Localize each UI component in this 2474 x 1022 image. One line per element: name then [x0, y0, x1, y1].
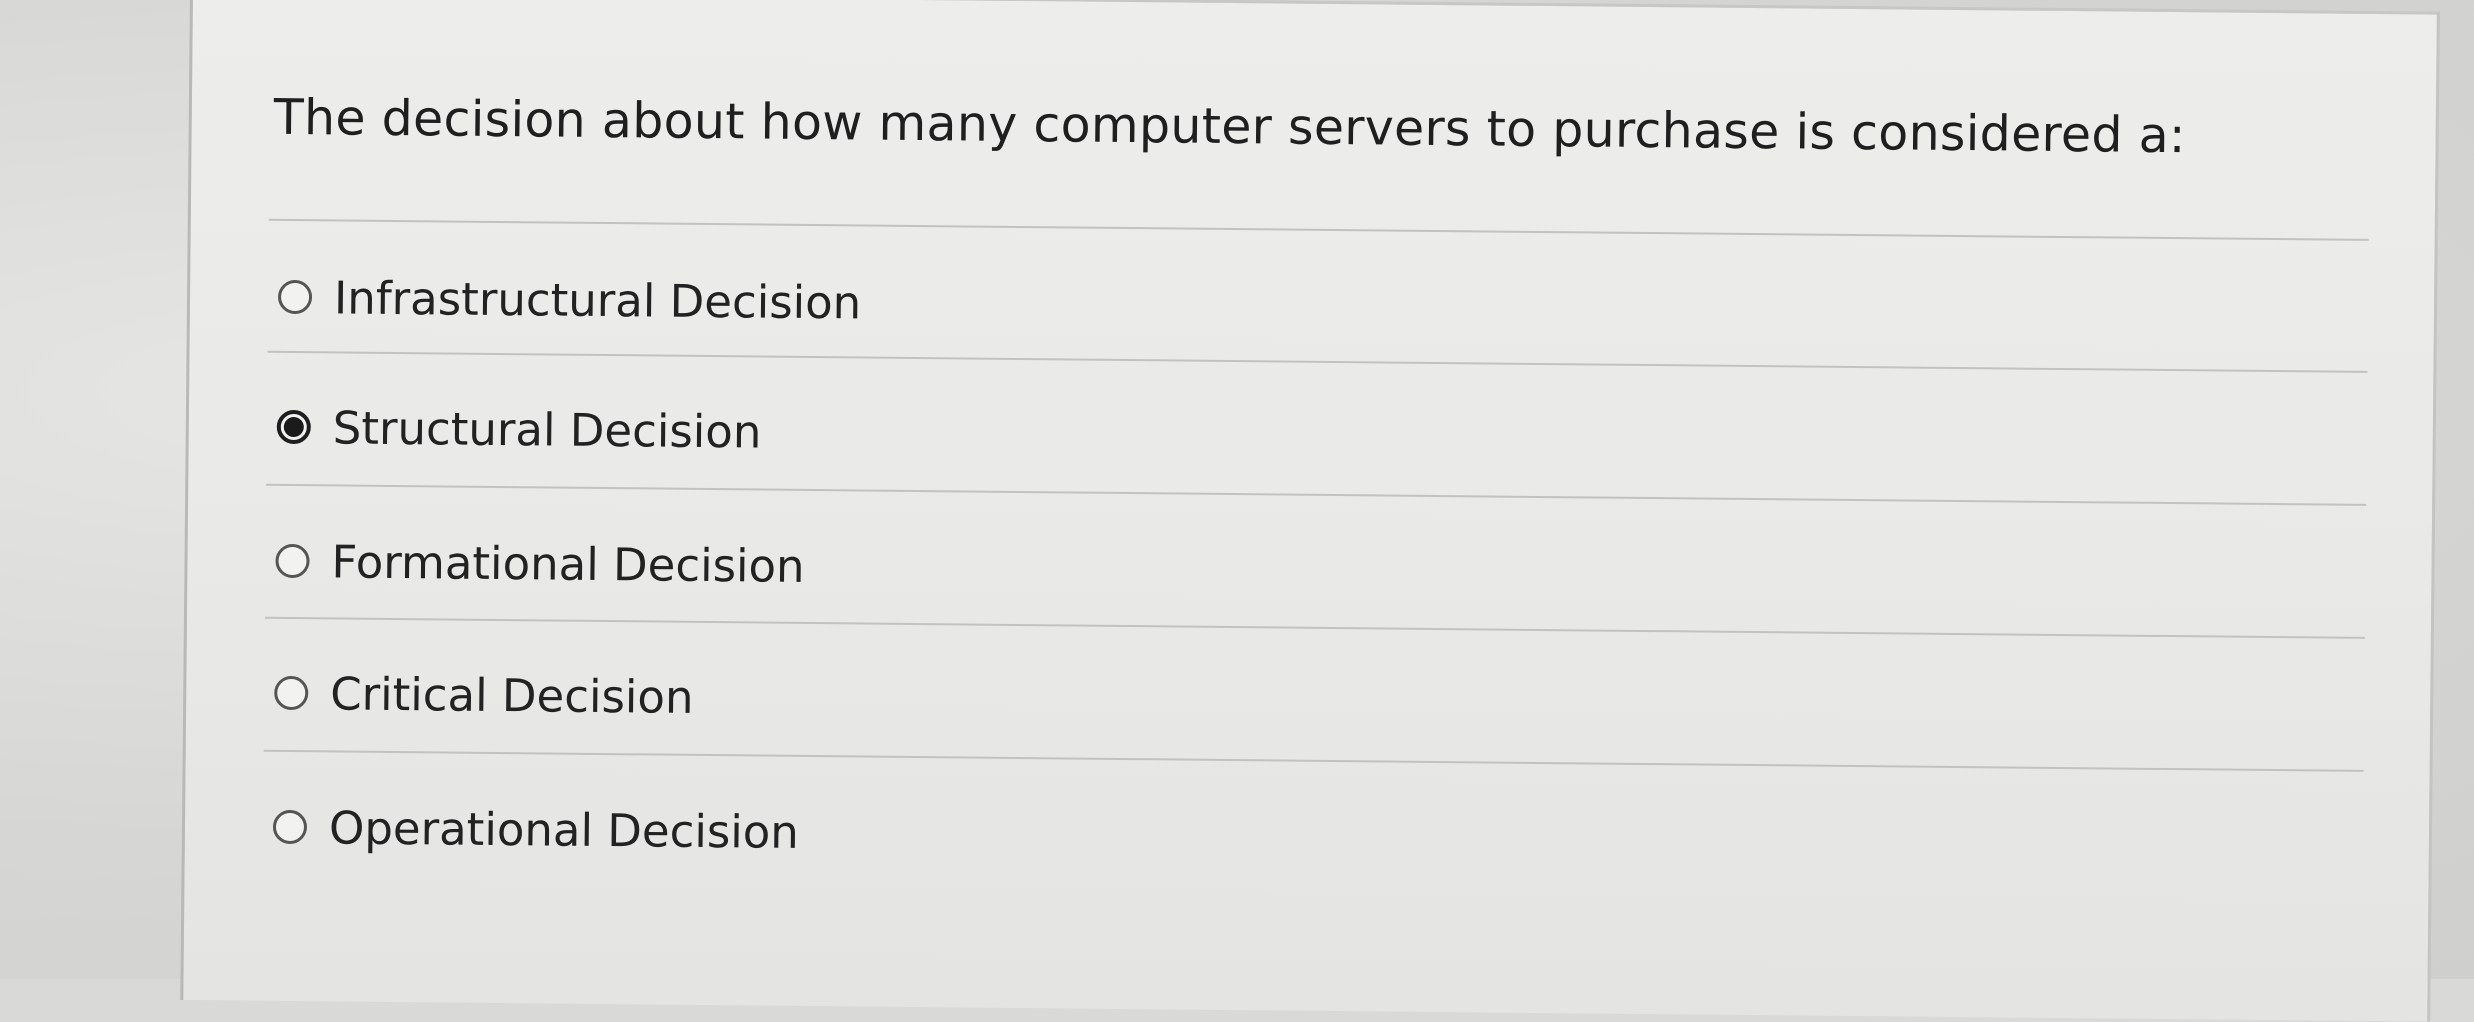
option-label: Formational Decision	[331, 534, 805, 593]
option-label: Infrastructural Decision	[333, 270, 862, 329]
divider	[266, 483, 2367, 506]
option-label: Critical Decision	[330, 666, 694, 724]
radio-button[interactable]	[272, 809, 308, 845]
divider	[268, 218, 2369, 241]
radio-button[interactable]	[274, 675, 309, 711]
divider	[263, 749, 2364, 772]
option-formational-decision[interactable]: Formational Decision	[275, 526, 805, 601]
radio-button[interactable]	[275, 543, 310, 579]
option-operational-decision[interactable]: Operational Decision	[272, 792, 800, 867]
option-infrastructural-decision[interactable]: Infrastructural Decision	[277, 262, 862, 338]
radio-selected-dot	[283, 416, 304, 438]
question-text: The decision about how many computer ser…	[273, 88, 2187, 165]
option-structural-decision[interactable]: Structural Decision	[276, 392, 762, 467]
option-critical-decision[interactable]: Critical Decision	[274, 658, 694, 732]
divider	[267, 350, 2368, 373]
option-label: Structural Decision	[332, 400, 762, 459]
radio-button[interactable]	[277, 279, 313, 315]
divider	[264, 616, 2365, 639]
option-label: Operational Decision	[328, 800, 800, 859]
radio-button-selected[interactable]	[276, 409, 311, 445]
question-card: The decision about how many computer ser…	[180, 0, 2440, 1022]
